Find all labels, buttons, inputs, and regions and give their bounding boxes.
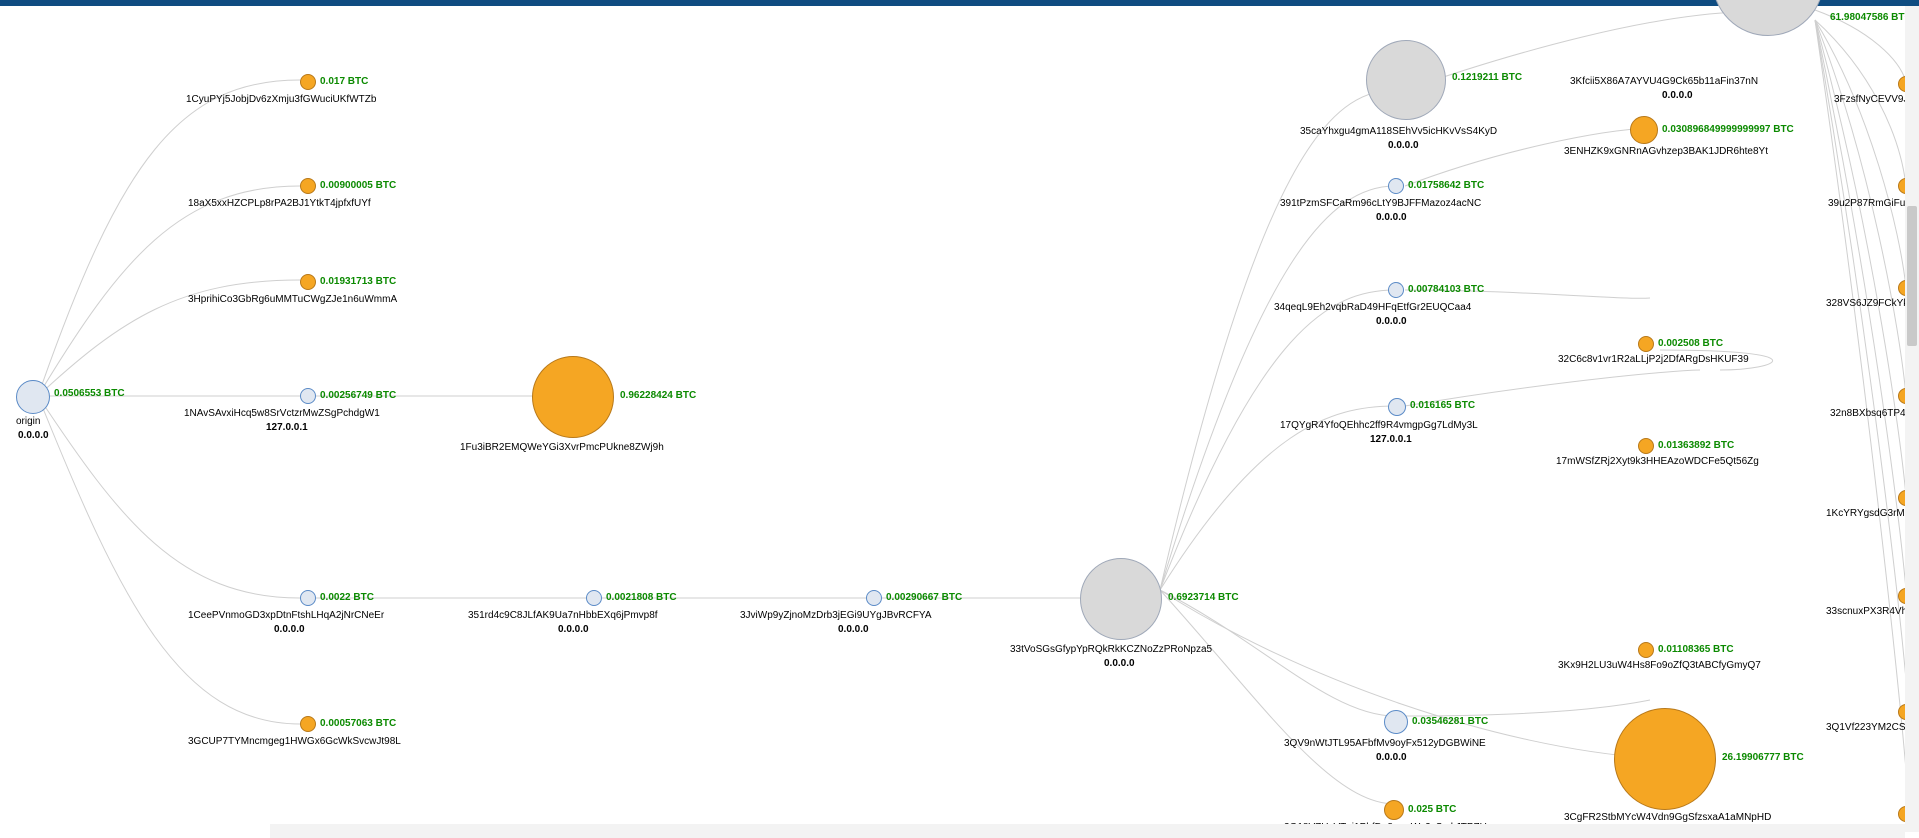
node-009-amount: 0.00900005 BTC [320, 180, 396, 191]
node-0193-addr: 3HprihiCo3GbRg6uMMTuCWgZJe1n6uWmmA [188, 294, 397, 305]
node-017-addr: 1CyuPYj5JobjDv6zXmju3fGWuciUKfWTZb [186, 94, 376, 105]
node-00784-ip: 0.0.0.0 [1376, 316, 1407, 327]
node-017[interactable] [300, 74, 316, 90]
node-025-amount: 0.025 BTC [1408, 804, 1456, 815]
node-002508-amount: 0.002508 BTC [1658, 338, 1723, 349]
node-origin-amount: 0.0506553 BTC [54, 388, 125, 399]
node-01758[interactable] [1388, 178, 1404, 194]
node-01363-amount: 0.01363892 BTC [1658, 440, 1734, 451]
node-0193[interactable] [300, 274, 316, 290]
node-01758-amount: 0.01758642 BTC [1408, 180, 1484, 191]
node-025[interactable] [1384, 800, 1404, 820]
node-03546-amount: 0.03546281 BTC [1412, 716, 1488, 727]
node-2619-amount: 26.19906777 BTC [1722, 752, 1804, 763]
horizontal-scrollbar[interactable] [270, 824, 1905, 838]
node-009-addr: 18aX5xxHZCPLp8rPA2BJ1YtkT4jpfxfUYf [188, 198, 371, 209]
node-01758-addr: 391tPzmSFCaRm96cLtY9BJFFMazoz4acNC [1280, 198, 1481, 209]
node-00256-ip: 127.0.0.1 [266, 422, 308, 433]
node-6923-ip: 0.0.0.0 [1104, 658, 1135, 669]
node-00290-ip: 0.0.0.0 [838, 624, 869, 635]
node-1219-ip: 0.0.0.0 [1388, 140, 1419, 151]
node-0193-amount: 0.01931713 BTC [320, 276, 396, 287]
node-01616-addr: 17QYgR4YfoQEhhc2ff9R4vmgpGg7LdMy3L [1280, 420, 1478, 431]
node-017-amount: 0.017 BTC [320, 76, 368, 87]
node-0962[interactable] [532, 356, 614, 438]
node-01108-amount: 0.01108365 BTC [1658, 644, 1734, 655]
node-00218-ip: 0.0.0.0 [558, 624, 589, 635]
node-0962-addr: 1Fu3iBR2EMQWeYGi3XvrPmcPUkne8ZWj9h [460, 442, 664, 453]
node-00218[interactable] [586, 590, 602, 606]
node-6198-ip: 0.0.0.0 [1662, 90, 1693, 101]
node-03089-amount: 0.030896849999999997 BTC [1662, 124, 1794, 135]
node-00218-amount: 0.0021808 BTC [606, 592, 677, 603]
node-002508-addr: 32C6c8v1vr1R2aLLjP2j2DfARgDsHKUF39 [1558, 354, 1749, 365]
node-03546-addr: 3QV9nWtJTL95AFbfMv9oyFx512yDGBWiNE [1284, 738, 1486, 749]
node-03089[interactable] [1630, 116, 1658, 144]
node-00290-addr: 3JviWp9yZjnoMzDrb3jEGi9UYgJBvRCFYA [740, 610, 932, 621]
node-00784[interactable] [1388, 282, 1404, 298]
node-00256-addr: 1NAvSAvxiHcq5w8SrVctzrMwZSgPchdgW1 [184, 408, 380, 419]
node-00057-amount: 0.00057063 BTC [320, 718, 396, 729]
node-6198[interactable] [1712, 0, 1824, 36]
node-03546[interactable] [1384, 710, 1408, 734]
node-0022-ip: 0.0.0.0 [274, 624, 305, 635]
node-1219[interactable] [1366, 40, 1446, 120]
app-top-bar [0, 0, 1919, 6]
node-01363-addr: 17mWSfZRj2Xyt9k3HHEAzoWDCFe5Qt56Zg [1556, 456, 1759, 467]
node-009[interactable] [300, 178, 316, 194]
vertical-scrollbar[interactable] [1905, 6, 1919, 832]
node-01758-ip: 0.0.0.0 [1376, 212, 1407, 223]
node-6198-addr: 3Kfcii5X86A7AYVU4G9Ck65b11aFin37nN [1570, 76, 1758, 87]
node-00290[interactable] [866, 590, 882, 606]
node-0022-addr: 1CeePVnmoGD3xpDtnFtshLHqA2jNrCNeEr [188, 610, 384, 621]
node-2619[interactable] [1614, 708, 1716, 810]
node-origin[interactable] [16, 380, 50, 414]
node-6923-amount: 0.6923714 BTC [1168, 592, 1239, 603]
node-00784-addr: 34qeqL9Eh2vqbRaD49HFqEtfGr2EUQCaa4 [1274, 302, 1471, 313]
node-6923-addr: 33tVoSGsGfypYpRQkRkKCZNoZzPRoNpza5 [1010, 644, 1212, 655]
node-6198-amount: 61.98047586 BTC [1830, 12, 1912, 23]
node-0962-amount: 0.96228424 BTC [620, 390, 696, 401]
node-01616-ip: 127.0.0.1 [1370, 434, 1412, 445]
node-01363[interactable] [1638, 438, 1654, 454]
node-00218-addr: 351rd4c9C8JLfAK9Ua7nHbbEXq6jPmvp8f [468, 610, 658, 621]
node-01616-amount: 0.016165 BTC [1410, 400, 1475, 411]
node-origin-ip: 0.0.0.0 [18, 430, 49, 441]
node-03546-ip: 0.0.0.0 [1376, 752, 1407, 763]
node-01108[interactable] [1638, 642, 1654, 658]
node-03089-addr: 3ENHZK9xGNRnAGvhzep3BAK1JDR6hte8Yt [1564, 146, 1768, 157]
node-00057-addr: 3GCUP7TYMncmgeg1HWGx6GcWkSvcwJt98L [188, 736, 401, 747]
node-00784-amount: 0.00784103 BTC [1408, 284, 1484, 295]
node-00256[interactable] [300, 388, 316, 404]
node-01616[interactable] [1388, 398, 1406, 416]
node-0022[interactable] [300, 590, 316, 606]
node-00256-amount: 0.00256749 BTC [320, 390, 396, 401]
node-2619-addr: 3CgFR2StbMYcW4Vdn9GgSfzsxaA1aMNpHD [1564, 812, 1771, 823]
node-00057[interactable] [300, 716, 316, 732]
node-1219-addr: 35caYhxgu4gmA118SEhVv5icHKvVsS4KyD [1300, 126, 1497, 137]
node-6923[interactable] [1080, 558, 1162, 640]
node-00290-amount: 0.00290667 BTC [886, 592, 962, 603]
node-1219-amount: 0.1219211 BTC [1452, 72, 1522, 83]
node-002508[interactable] [1638, 336, 1654, 352]
node-0022-amount: 0.0022 BTC [320, 592, 374, 603]
node-origin-addr: origin [16, 416, 40, 427]
node-01108-addr: 3Kx9H2LU3uW4Hs8Fo9oZfQ3tABCfyGmyQ7 [1558, 660, 1761, 671]
